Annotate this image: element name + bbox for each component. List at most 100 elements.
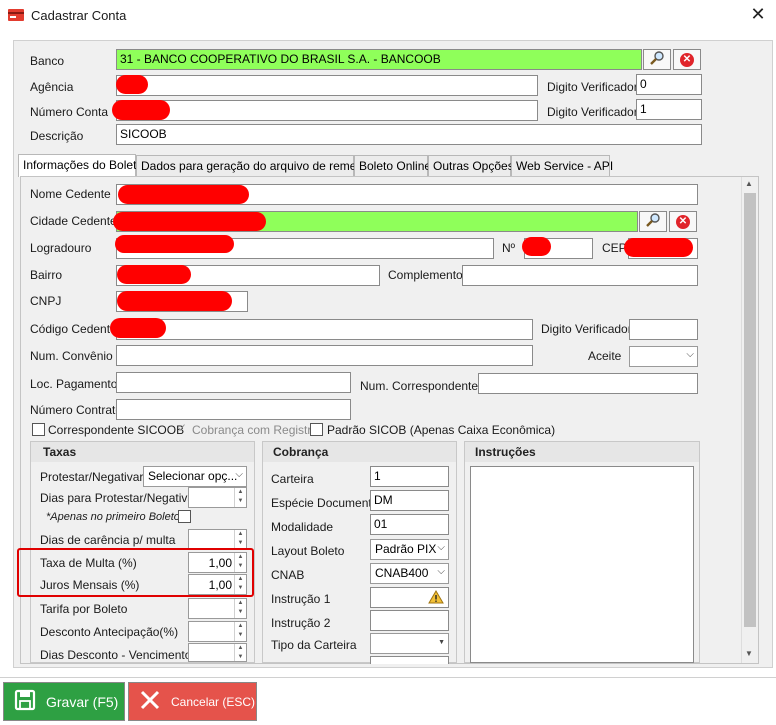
aceite-select[interactable]: ⌵ bbox=[629, 346, 698, 367]
title-bar: Cadastrar Conta ✕ bbox=[0, 0, 776, 31]
agencia-input[interactable] bbox=[116, 75, 538, 96]
scrollbar[interactable]: ▲ ▼ bbox=[741, 177, 758, 663]
tab-informacoes-boleto[interactable]: Informações do Boleto bbox=[18, 154, 143, 177]
especie-label: Espécie Documento bbox=[271, 496, 379, 510]
cnab-label: CNAB bbox=[271, 568, 305, 582]
aceite-label: Aceite bbox=[588, 349, 622, 363]
agencia-label: Agência bbox=[30, 80, 74, 94]
instrucao2-input[interactable] bbox=[370, 610, 449, 631]
padrao-sicob-label: Padrão SICOB (Apenas Caixa Econômica) bbox=[327, 423, 556, 437]
tab-boleto-online[interactable]: Boleto Online bbox=[354, 155, 431, 176]
spinner-arrows-icon[interactable]: ▲ ▼ bbox=[234, 644, 246, 661]
spinner-arrows-icon[interactable]: ▲ ▼ bbox=[234, 488, 246, 507]
especie-input[interactable]: DM bbox=[370, 490, 449, 511]
chevron-down-icon: ⌵ bbox=[235, 469, 243, 480]
bottom-divider bbox=[0, 677, 776, 678]
correspondente-label: Correspondente SICOOB bbox=[48, 423, 185, 437]
spinner-arrows-icon[interactable]: ▲ ▼ bbox=[234, 622, 246, 641]
protestar-value: Selecionar opç... bbox=[148, 469, 238, 483]
redaction-mark bbox=[117, 291, 232, 311]
scroll-down-icon[interactable]: ▼ bbox=[745, 649, 753, 658]
digito-agencia-input[interactable]: 0 bbox=[636, 74, 702, 95]
dias-protestar-label: Dias para Protestar/Negativar bbox=[40, 491, 199, 505]
layout-boleto-label: Layout Boleto bbox=[271, 544, 345, 558]
cancelar-button[interactable]: Cancelar (ESC) bbox=[128, 682, 257, 721]
logradouro-label: Logradouro bbox=[30, 241, 92, 255]
modalidade-input[interactable]: 01 bbox=[370, 514, 449, 535]
banco-label: Banco bbox=[30, 54, 65, 68]
tab-dados-remessa[interactable]: Dados para geração do arquivo de remessa bbox=[136, 155, 375, 176]
cobranca-extra-input[interactable] bbox=[370, 656, 449, 664]
instrucao1-label: Instrução 1 bbox=[271, 592, 331, 606]
numero-contrato-label: Número Contrato bbox=[30, 403, 123, 417]
descricao-input[interactable]: SICOOB bbox=[116, 124, 702, 145]
scroll-thumb[interactable] bbox=[744, 193, 756, 627]
loc-pagamento-label: Loc. Pagamento bbox=[30, 377, 118, 391]
protestar-select[interactable]: Selecionar opç... ⌵ bbox=[143, 466, 247, 487]
banco-clear-button[interactable]: ✕ bbox=[673, 49, 701, 70]
num-convenio-input[interactable] bbox=[116, 345, 533, 366]
digito-verificador-input[interactable] bbox=[629, 319, 698, 340]
tarifa-label: Tarifa por Boleto bbox=[40, 602, 128, 616]
apenas-primeiro-checkbox[interactable] bbox=[178, 510, 191, 523]
dias-desconto-label: Dias Desconto - Vencimento bbox=[40, 648, 192, 662]
digito-conta-input[interactable]: 1 bbox=[636, 99, 702, 120]
cancel-x-icon bbox=[139, 689, 161, 714]
complemento-input[interactable] bbox=[462, 265, 698, 286]
chevron-down-icon: ▼ bbox=[438, 639, 445, 646]
cidade-cedente-label: Cidade Cedente bbox=[30, 214, 117, 228]
bairro-label: Bairro bbox=[30, 268, 63, 282]
digito-agencia-label: Digito Verificador bbox=[547, 80, 638, 94]
loc-pagamento-input[interactable] bbox=[116, 372, 351, 393]
cidade-search-button[interactable] bbox=[639, 211, 667, 232]
annotation-highlight-box bbox=[17, 548, 254, 597]
app-icon bbox=[8, 8, 24, 22]
tab-web-service[interactable]: Web Service - API bbox=[511, 155, 613, 176]
banco-input[interactable]: 31 - BANCO COOPERATIVO DO BRASIL S.A. - … bbox=[116, 49, 642, 70]
tipo-carteira-label: Tipo da Carteira bbox=[271, 638, 357, 652]
instrucoes-title: Instruções bbox=[465, 442, 699, 462]
dias-protestar-spinner[interactable]: ▲ ▼ bbox=[188, 487, 247, 508]
redaction-mark bbox=[112, 100, 170, 120]
digito-conta-label: Digito Verificador bbox=[547, 105, 638, 119]
padrao-sicob-checkbox[interactable] bbox=[310, 423, 323, 436]
dias-desconto-spinner[interactable]: ▲ ▼ bbox=[188, 643, 247, 662]
num-correspondente-label: Num. Correspondente bbox=[360, 379, 479, 393]
numero-contrato-input[interactable] bbox=[116, 399, 351, 420]
check-icon: ✓ bbox=[177, 421, 188, 435]
instrucoes-textarea[interactable] bbox=[470, 466, 694, 663]
tipo-carteira-select[interactable]: ▼ bbox=[370, 633, 449, 654]
spinner-arrows-icon[interactable]: ▲ ▼ bbox=[234, 530, 246, 549]
protestar-label: Protestar/Negativar? bbox=[40, 470, 151, 484]
banco-search-button[interactable] bbox=[643, 49, 671, 70]
apenas-primeiro-label: *Apenas no primeiro Boleto bbox=[46, 511, 180, 523]
codigo-cedente-input[interactable] bbox=[116, 319, 533, 340]
num-convenio-label: Num. Convênio bbox=[30, 349, 113, 363]
dias-carencia-spinner[interactable]: ▲ ▼ bbox=[188, 529, 247, 550]
numero-conta-input[interactable] bbox=[116, 100, 538, 121]
warning-icon bbox=[428, 590, 444, 607]
correspondente-checkbox[interactable] bbox=[32, 423, 45, 436]
tab-outras-opcoes[interactable]: Outras Opções bbox=[428, 155, 514, 176]
modalidade-label: Modalidade bbox=[271, 520, 334, 534]
redaction-mark bbox=[113, 212, 266, 231]
desconto-antecipacao-spinner[interactable]: ▲ ▼ bbox=[188, 621, 247, 642]
gravar-label: Gravar (F5) bbox=[46, 693, 119, 710]
layout-boleto-select[interactable]: Padrão PIX ⌵ bbox=[370, 539, 449, 560]
complemento-label: Complemento bbox=[388, 268, 463, 282]
carteira-input[interactable]: 1 bbox=[370, 466, 449, 487]
cnab-value: CNAB400 bbox=[375, 566, 429, 580]
num-correspondente-input[interactable] bbox=[478, 373, 698, 394]
gravar-button[interactable]: Gravar (F5) bbox=[3, 682, 125, 721]
cnab-select[interactable]: CNAB400 ⌵ bbox=[370, 563, 449, 584]
chevron-down-icon: ⌵ bbox=[437, 566, 445, 577]
close-icon[interactable]: ✕ bbox=[748, 4, 768, 24]
tarifa-spinner[interactable]: ▲ ▼ bbox=[188, 598, 247, 619]
codigo-cedente-label: Código Cedente bbox=[30, 322, 117, 336]
redaction-mark bbox=[522, 237, 551, 256]
cidade-clear-button[interactable]: ✕ bbox=[669, 211, 697, 232]
scroll-up-icon[interactable]: ▲ bbox=[745, 179, 753, 188]
numero-label: Nº bbox=[502, 241, 516, 255]
spinner-arrows-icon[interactable]: ▲ ▼ bbox=[234, 599, 246, 618]
redaction-mark bbox=[115, 235, 234, 253]
